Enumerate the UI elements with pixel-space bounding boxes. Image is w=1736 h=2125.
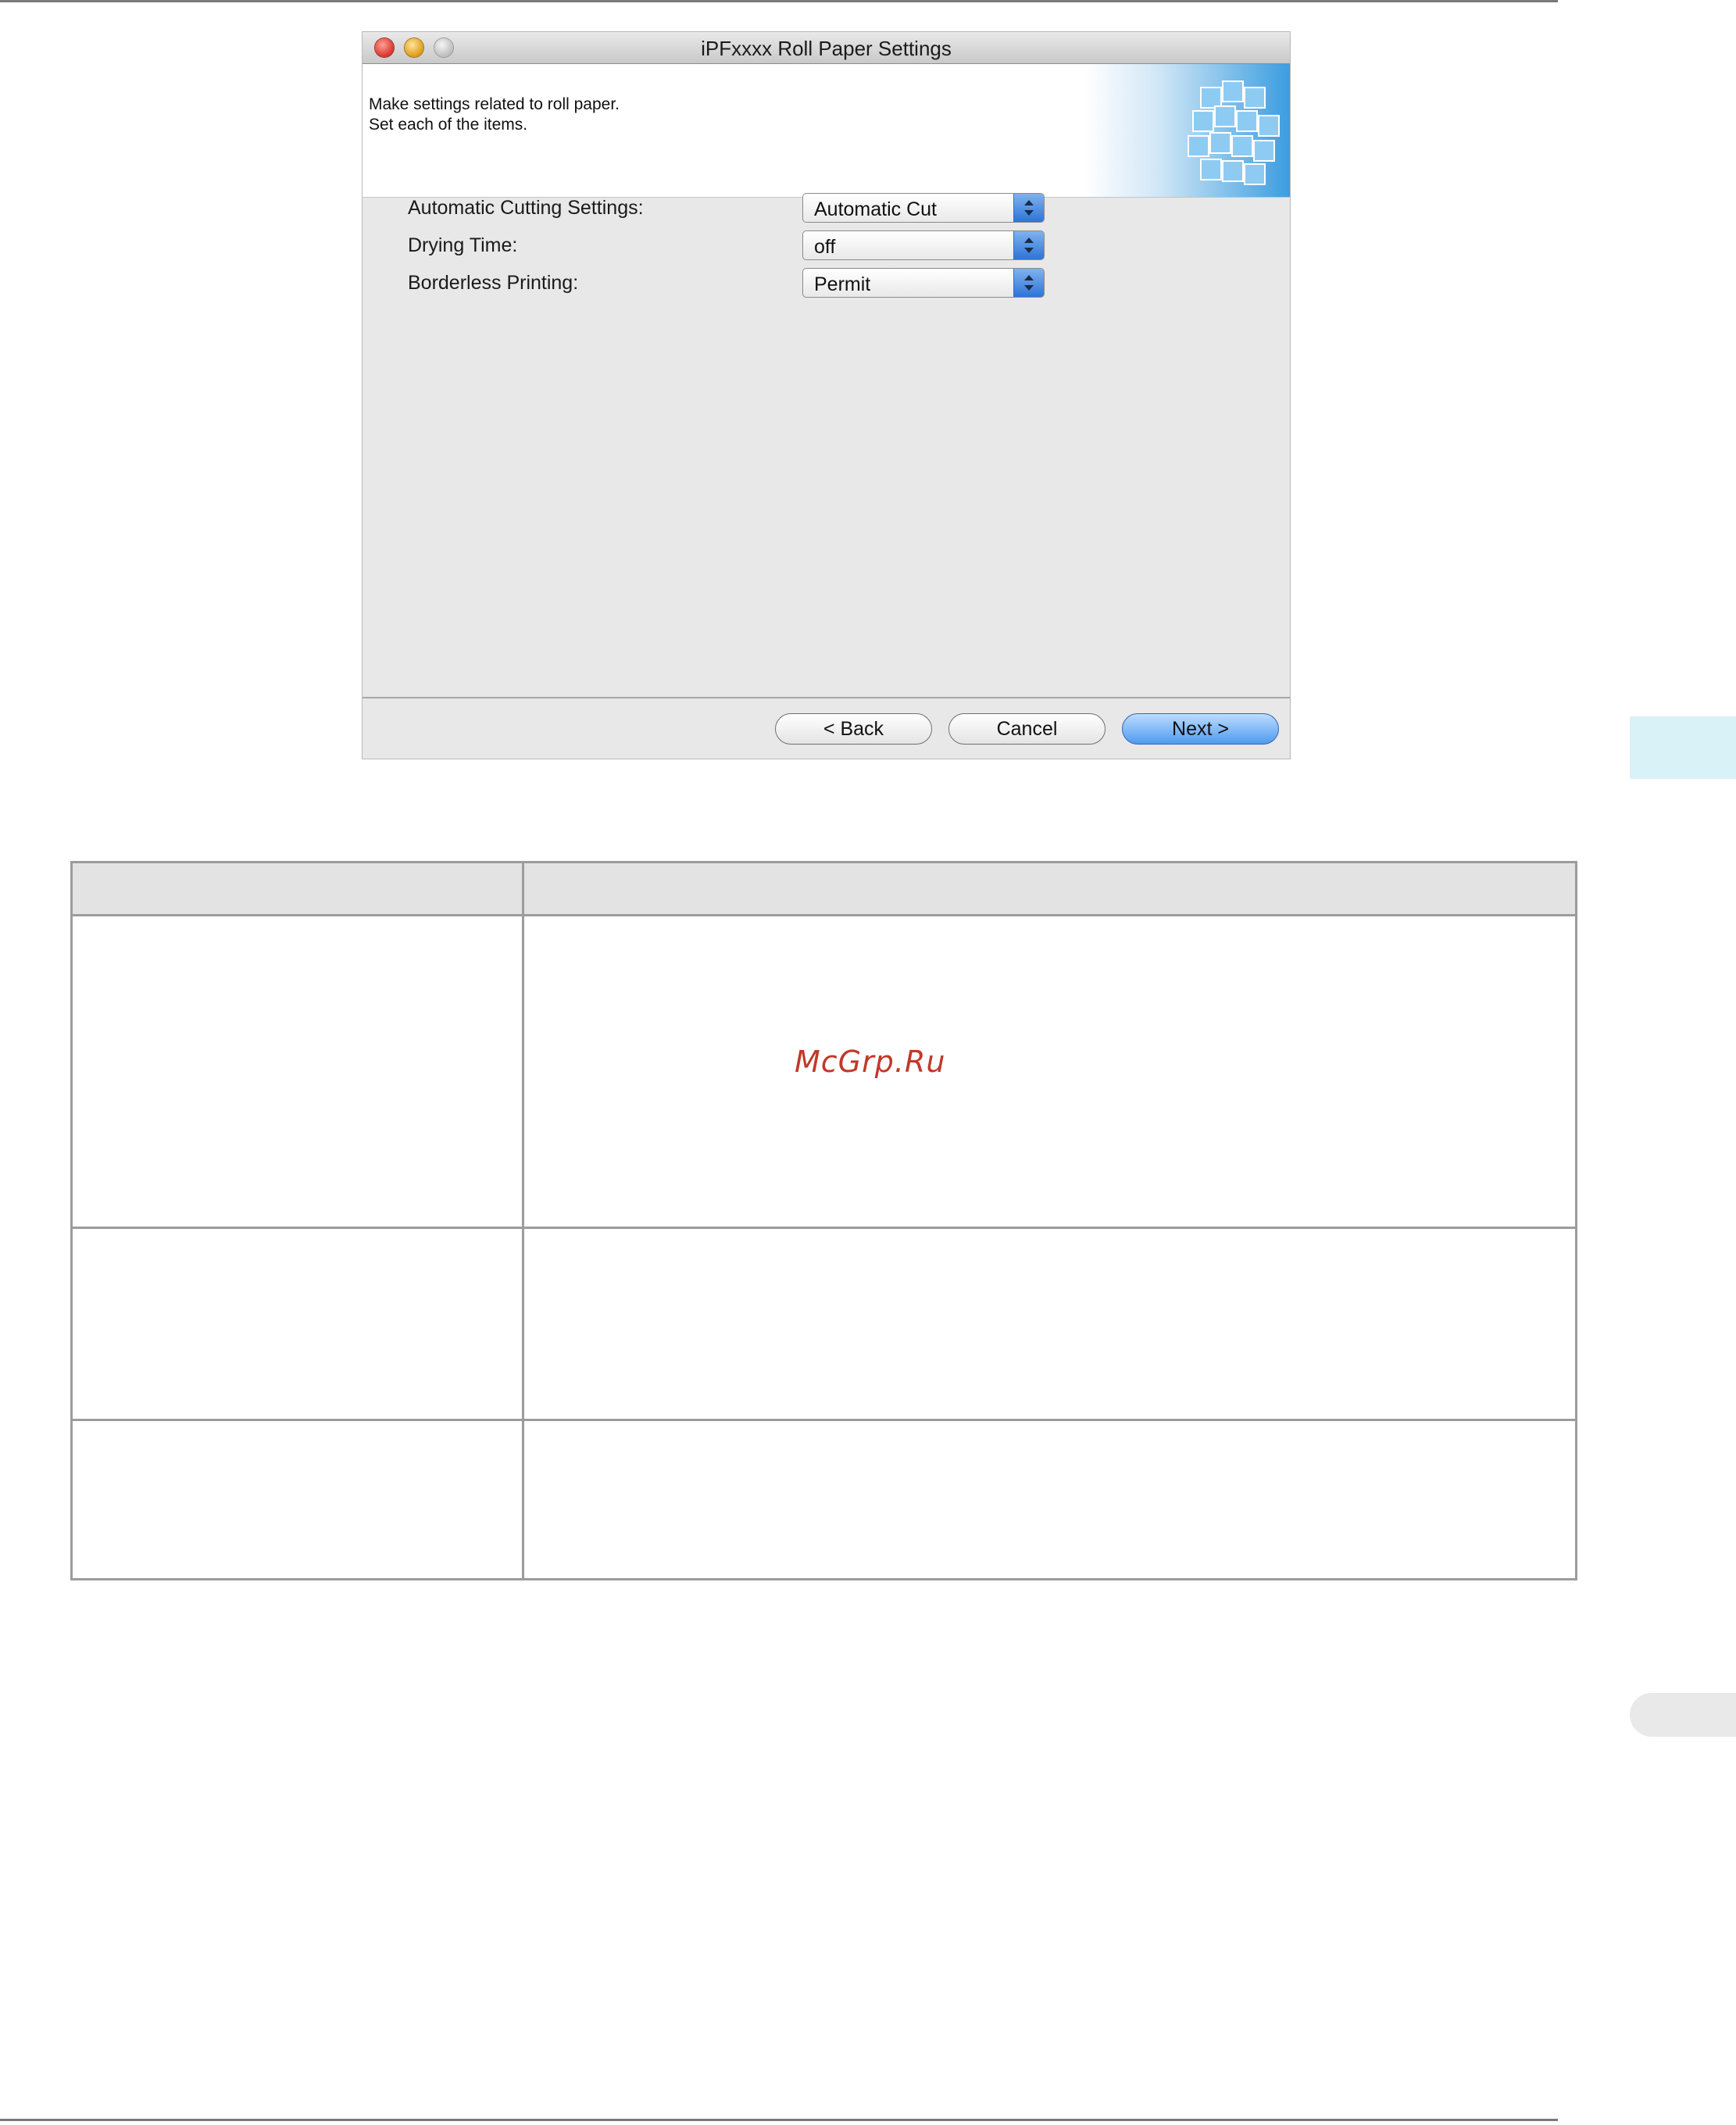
chevron-up-down-icon xyxy=(1013,269,1044,297)
automatic-cutting-select[interactable]: Automatic Cut xyxy=(802,193,1045,223)
borderless-printing-value: Permit xyxy=(814,273,871,295)
drying-time-select[interactable]: off xyxy=(802,230,1045,260)
table-border-bottom xyxy=(70,1578,1577,1580)
table-border-left xyxy=(70,861,73,1580)
banner-description-line-2: Set each of the items. xyxy=(369,116,528,134)
table-row-divider xyxy=(70,1419,1577,1421)
chapter-side-tab xyxy=(1630,716,1736,779)
printer-paper-graphic-icon xyxy=(1188,80,1280,185)
chevron-up-down-icon xyxy=(1013,231,1044,259)
page-bottom-rule xyxy=(0,2119,1558,2121)
table-header-divider xyxy=(70,914,1577,916)
page-top-rule xyxy=(0,0,1558,2)
cancel-button[interactable]: Cancel xyxy=(948,713,1106,745)
table-header-row xyxy=(70,861,1577,916)
table-column-divider xyxy=(522,861,524,1580)
watermark-text: McGrp.Ru xyxy=(795,1045,946,1079)
drying-time-value: off xyxy=(814,236,836,258)
borderless-printing-label: Borderless Printing: xyxy=(408,272,579,294)
next-button[interactable]: Next > xyxy=(1122,713,1279,745)
table-row-divider xyxy=(70,1227,1577,1229)
roll-paper-settings-dialog: iPFxxxx Roll Paper Settings Make setting… xyxy=(363,32,1290,759)
borderless-printing-select[interactable]: Permit xyxy=(802,268,1045,298)
automatic-cutting-value: Automatic Cut xyxy=(814,198,938,220)
chevron-up-down-icon xyxy=(1013,194,1044,222)
drying-time-label: Drying Time: xyxy=(408,234,518,256)
header-banner: Make settings related to roll paper. Set… xyxy=(363,64,1290,198)
section-side-tab xyxy=(1630,1693,1736,1737)
table-border-right xyxy=(1575,861,1577,1580)
banner-description-line-1: Make settings related to roll paper. xyxy=(369,95,620,113)
title-bar[interactable]: iPFxxxx Roll Paper Settings xyxy=(363,32,1290,64)
back-button[interactable]: < Back xyxy=(775,713,932,745)
button-area-separator xyxy=(363,697,1290,698)
settings-description-table xyxy=(70,861,1577,1580)
table-border-top xyxy=(70,861,1577,863)
window-title: iPFxxxx Roll Paper Settings xyxy=(701,37,952,60)
automatic-cutting-settings-label: Automatic Cutting Settings: xyxy=(408,197,644,219)
